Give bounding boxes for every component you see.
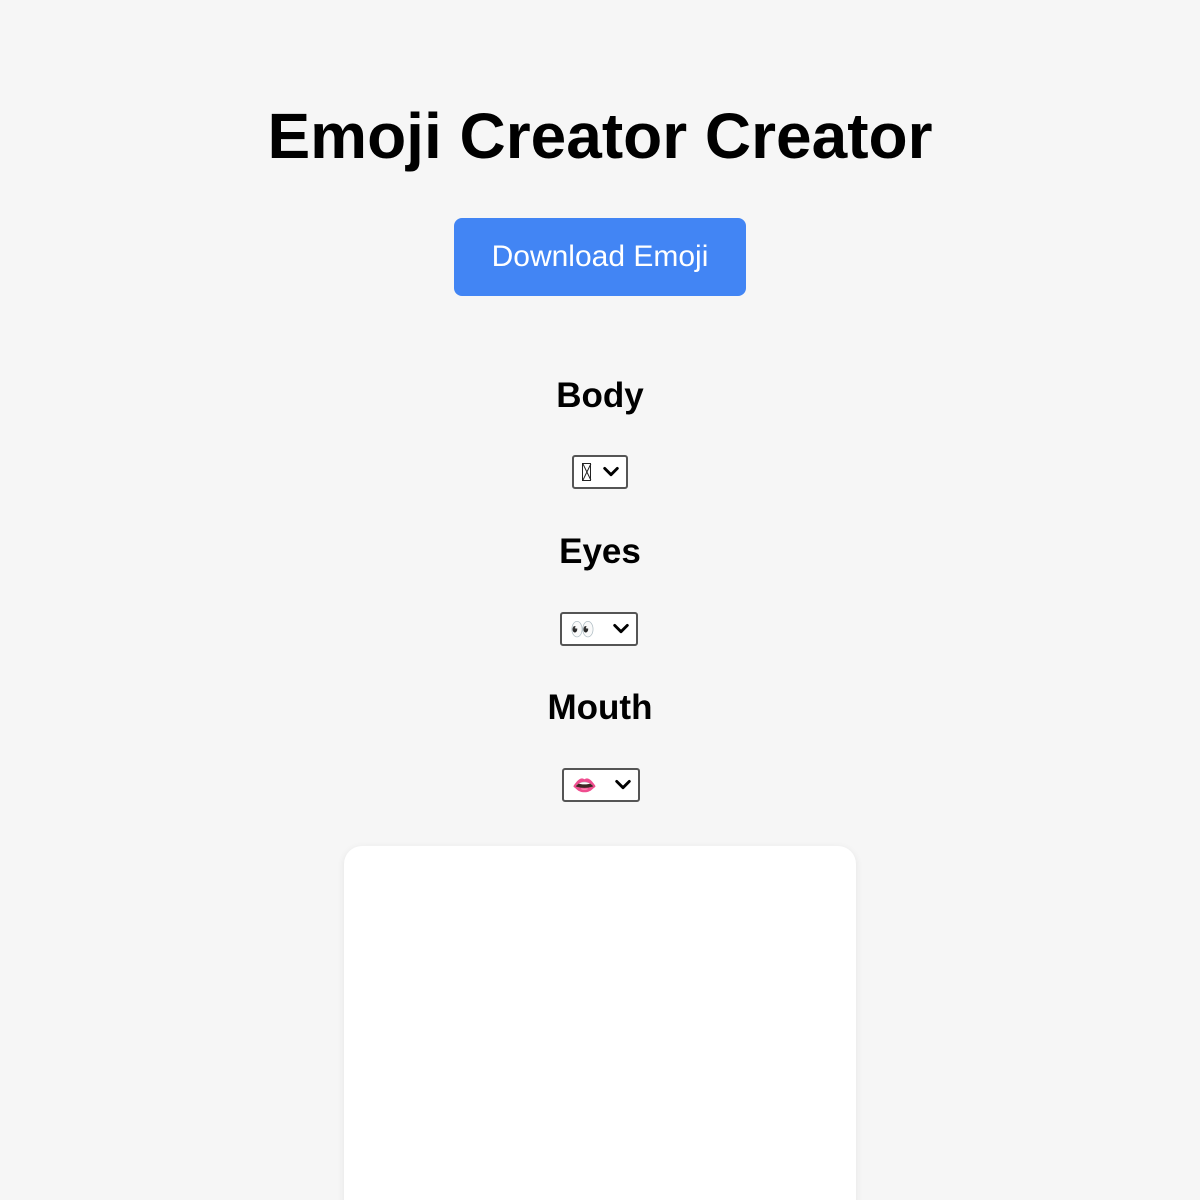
page-title: Emoji Creator Creator [267, 100, 933, 172]
emoji-canvas [344, 846, 856, 1200]
download-emoji-button[interactable]: Download Emoji [454, 218, 746, 296]
eyes-label: Eyes [559, 532, 641, 571]
body-label: Body [556, 376, 644, 415]
mouth-select[interactable]: 👄 [562, 768, 640, 802]
chevron-down-icon [615, 779, 631, 790]
mouth-select-value: 👄 [572, 773, 597, 797]
chevron-down-icon [613, 623, 629, 634]
body-select[interactable] [572, 455, 628, 489]
missing-glyph-icon [582, 463, 591, 481]
eyes-select[interactable]: 👀 [560, 612, 638, 646]
page: Emoji Creator Creator Download Emoji Bod… [0, 0, 1200, 1200]
eyes-select-value: 👀 [570, 617, 595, 641]
chevron-down-icon [603, 466, 619, 477]
mouth-label: Mouth [547, 688, 653, 727]
